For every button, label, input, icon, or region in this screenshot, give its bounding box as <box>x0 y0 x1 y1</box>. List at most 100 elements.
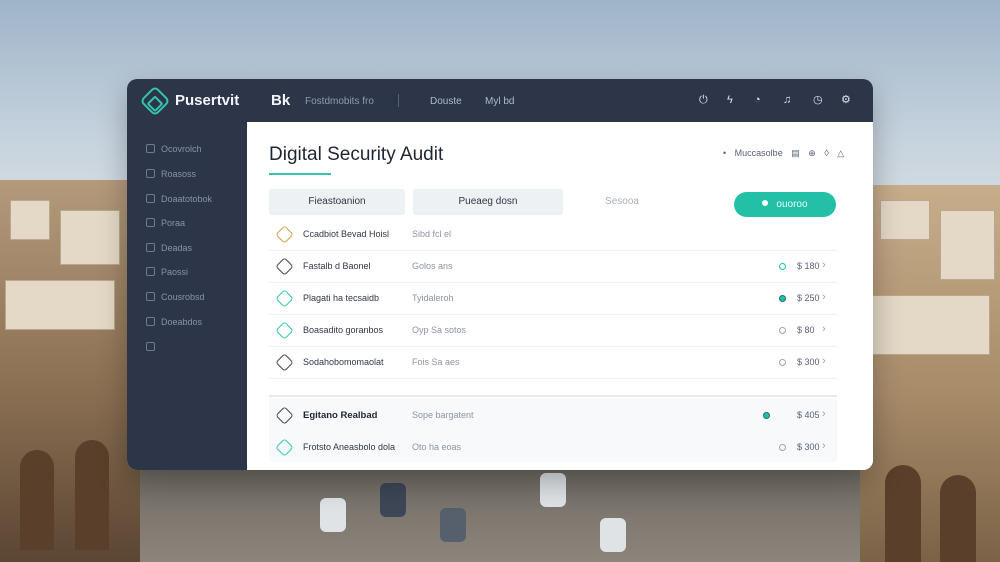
logo-icon[interactable] <box>139 85 171 117</box>
row-desc: Fois Sa aes <box>412 357 460 367</box>
buildings-left <box>0 180 140 562</box>
row-name: Boasadito goranbos <box>303 325 384 335</box>
table-row[interactable]: Fastalb d Baonel Golos ans $ 180 › <box>269 251 837 283</box>
page-title: Digital Security Audit <box>269 144 444 165</box>
building <box>880 200 930 240</box>
sidebar-item-1[interactable]: Ocovrolch <box>146 144 202 158</box>
sidebar-item-9[interactable] <box>146 342 161 356</box>
car <box>440 508 466 542</box>
chevron-right-icon[interactable]: › <box>822 355 826 367</box>
arch <box>885 465 921 562</box>
building <box>60 210 120 265</box>
chevron-right-icon[interactable]: › <box>822 440 826 452</box>
table-row[interactable]: Frotsto Aneasbolo dola Oto ha eoas $ 300… <box>269 432 837 464</box>
sidebar-item-3[interactable]: Doaatotobok <box>146 194 212 208</box>
filter-icon[interactable]: • <box>723 148 726 158</box>
building <box>5 280 115 330</box>
sidebar-item-5[interactable]: Deadas <box>146 243 192 257</box>
table-row[interactable]: Sodahobomomaolat Fois Sa aes $ 300 › <box>269 347 837 379</box>
brand-name: Pusertvit <box>175 92 240 109</box>
row-desc: Sope bargatent <box>412 410 474 420</box>
row-value: $ 405 <box>797 410 820 420</box>
clock-icon[interactable]: ◷ <box>813 94 823 106</box>
audit-item-icon <box>275 438 294 457</box>
chevron-right-icon[interactable]: › <box>822 291 826 303</box>
sidebar-item-4[interactable]: Poraa <box>146 218 185 232</box>
shield-icon <box>146 218 155 227</box>
row-name: Egitano Realbad <box>303 410 378 421</box>
tab-3[interactable]: Sesooa <box>577 189 667 215</box>
row-desc: Sibd fcl el <box>412 229 452 239</box>
pin-icon[interactable]: ⊕ <box>808 148 816 158</box>
bolt-icon[interactable]: ϟ <box>727 94 733 106</box>
row-name: Ccadbiot Bevad Hoisl <box>303 229 390 239</box>
status-indicator <box>779 444 786 451</box>
group-divider <box>269 395 837 397</box>
sidebar-item-label: Roasoss <box>161 169 197 179</box>
music-icon[interactable]: ♫ <box>783 94 791 106</box>
header-tools: • Muccasolbe ▤ ⊕ ◊ △ <box>717 148 844 159</box>
bell-icon[interactable]: ◔ <box>754 94 761 106</box>
sidebar-item-8[interactable]: Doeabdos <box>146 317 202 331</box>
primary-action-button[interactable]: ouoroo <box>734 192 836 217</box>
car <box>540 473 566 507</box>
tools-label[interactable]: Muccasolbe <box>735 148 783 158</box>
chevron-right-icon[interactable]: › <box>822 323 826 335</box>
building <box>870 295 990 355</box>
power-icon[interactable]: ⏻ <box>699 94 708 106</box>
status-indicator <box>779 263 786 270</box>
title-underline <box>269 173 331 175</box>
building <box>940 210 995 280</box>
layers-icon <box>146 194 155 203</box>
app-window: Pusertvit Bk Fostdmobits fro Douste Myl … <box>127 79 873 470</box>
sidebar-item-label: Ocovrolch <box>161 144 202 154</box>
grid-icon <box>146 144 155 153</box>
user-icon <box>146 267 155 276</box>
chevron-right-icon[interactable]: › <box>822 408 826 420</box>
settings-icon[interactable]: ⚙ <box>841 94 851 106</box>
table-row[interactable]: Plagati ha tecsaidb Tyidaleroh $ 250 › <box>269 283 837 315</box>
audit-item-icon <box>275 321 294 340</box>
row-desc: Tyidaleroh <box>412 293 454 303</box>
sidebar-item-label: Doaatotobok <box>161 194 213 204</box>
row-desc: Oyp Sa sotos <box>412 325 467 335</box>
row-desc: Golos ans <box>412 261 453 271</box>
status-indicator <box>779 295 786 302</box>
row-value: $ 300 <box>797 357 820 367</box>
row-value: $ 300 <box>797 442 820 452</box>
print-icon[interactable]: ▤ <box>791 148 800 158</box>
sidebar-item-7[interactable]: Cousrobsd <box>146 292 205 306</box>
row-value: $ 180 <box>797 261 820 271</box>
folder-icon <box>146 317 155 326</box>
tab-2[interactable]: Pueaeg dosn <box>413 189 563 215</box>
top-bar: Pusertvit Bk Fostdmobits fro Douste Myl … <box>127 79 873 122</box>
sidebar-item-label: Poraa <box>161 218 186 228</box>
row-desc: Oto ha eoas <box>412 442 462 452</box>
sidebar-item-label: Paossi <box>161 267 189 277</box>
row-name: Frotsto Aneasbolo dola <box>303 442 396 452</box>
audit-item-icon <box>275 289 294 308</box>
nav-link-2[interactable]: Myl bd <box>485 96 514 107</box>
sidebar-item-2[interactable]: Roasoss <box>146 169 196 183</box>
chevron-right-icon[interactable]: › <box>822 259 826 271</box>
location-icon[interactable]: ◊ <box>824 148 828 158</box>
car <box>320 498 346 532</box>
table-row[interactable]: Ccadbiot Bevad Hoisl Sibd fcl el <box>269 219 837 251</box>
row-value: $ 80 <box>797 325 815 335</box>
status-indicator <box>763 412 770 419</box>
nav-link-1[interactable]: Douste <box>430 96 462 107</box>
arch <box>940 475 976 562</box>
sidebar-item-label: Doeabdos <box>161 317 203 327</box>
breadcrumb[interactable]: Fostdmobits fro <box>305 96 374 107</box>
tab-1[interactable]: Fieastoanion <box>269 189 405 215</box>
sidebar-item-label: Cousrobsd <box>161 292 205 302</box>
lock-icon <box>146 342 155 351</box>
row-name: Plagati ha tecsaidb <box>303 293 380 303</box>
table-row[interactable]: Boasadito goranbos Oyp Sa sotos $ 80 › <box>269 315 837 347</box>
table-row[interactable]: Egitano Realbad Sope bargatent $ 405 › <box>269 400 837 432</box>
buildings-right <box>860 185 1000 562</box>
sidebar-item-6[interactable]: Paossi <box>146 267 188 281</box>
brand-suffix: Bk <box>271 92 291 109</box>
alert-icon[interactable]: △ <box>837 148 844 158</box>
audit-item-icon <box>275 353 294 372</box>
